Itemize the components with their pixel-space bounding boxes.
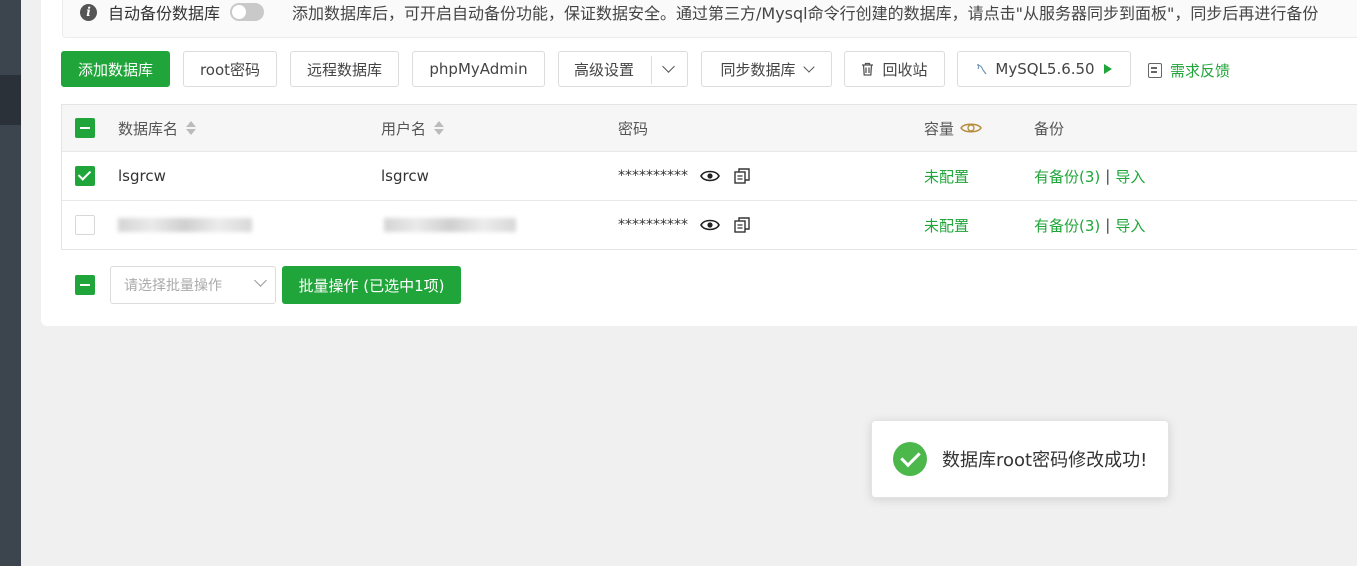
password-mask: **********	[618, 168, 688, 184]
backup-link[interactable]: 有备份(3)	[1034, 166, 1100, 187]
remote-database-button[interactable]: 远程数据库	[290, 51, 399, 87]
redacted-username	[384, 218, 516, 232]
auto-backup-bar: i 自动备份数据库 添加数据库后，可开启自动备份功能，保证数据安全。通过第三方/…	[62, 0, 1357, 38]
advanced-settings-button[interactable]: 高级设置	[558, 51, 688, 87]
db-name-cell[interactable]	[118, 201, 252, 249]
copy-icon[interactable]	[733, 167, 751, 185]
eye-settings-icon[interactable]	[960, 121, 982, 135]
chevron-down-icon[interactable]	[662, 60, 675, 73]
header-db-name[interactable]: 数据库名	[118, 105, 197, 151]
username-cell: lsgrcw	[381, 167, 429, 185]
import-link[interactable]: 导入	[1115, 215, 1145, 236]
info-icon: i	[80, 3, 97, 21]
password-cell: **********	[618, 152, 751, 200]
header-password-label: 密码	[618, 119, 649, 138]
header-db-name-label: 数据库名	[118, 119, 179, 138]
password-cell: **********	[618, 201, 751, 249]
backup-cell: 有备份(3) | 导入	[1034, 201, 1145, 249]
row-checkbox[interactable]	[75, 215, 95, 235]
select-all-checkbox[interactable]	[75, 118, 95, 138]
header-capacity-label: 容量	[924, 119, 955, 138]
table-header-row: 数据库名 用户名 密码 容量 备份	[62, 105, 1357, 152]
header-username[interactable]: 用户名	[381, 105, 445, 151]
capacity-cell[interactable]: 未配置	[924, 201, 969, 249]
sort-icon[interactable]	[186, 120, 197, 136]
row-checkbox[interactable]	[75, 166, 95, 186]
batch-operation-select[interactable]: 请选择批量操作	[110, 266, 276, 304]
trash-icon	[862, 62, 874, 76]
recycle-bin-label: 回收站	[882, 60, 928, 79]
table-row: lsgrcw lsgrcw ********** 未配置 有备份(3) | 导入	[62, 152, 1357, 201]
db-name-cell[interactable]: lsgrcw	[118, 152, 166, 200]
separator: |	[1105, 167, 1111, 185]
check-circle-icon	[893, 442, 927, 476]
password-mask: **********	[618, 217, 688, 233]
table-row: ********** 未配置 有备份(3) | 导入	[62, 201, 1357, 249]
database-table: 数据库名 用户名 密码 容量 备份 lsgrcw lsgrcw ********…	[61, 104, 1357, 250]
auto-backup-label: 自动备份数据库	[108, 4, 221, 23]
mysql-version-button[interactable]: MySQL5.6.50	[957, 51, 1131, 87]
advanced-settings-label: 高级设置	[574, 60, 635, 79]
header-password: 密码	[618, 105, 648, 151]
chevron-down-icon	[802, 60, 815, 73]
separator: |	[1105, 216, 1111, 234]
edit-note-icon	[1148, 63, 1162, 78]
auto-backup-toggle[interactable]	[230, 3, 265, 21]
header-backup-label: 备份	[1034, 119, 1065, 138]
recycle-bin-button[interactable]: 回收站	[844, 51, 945, 87]
backup-cell: 有备份(3) | 导入	[1034, 152, 1145, 200]
success-toast: 数据库root密码修改成功!	[871, 420, 1169, 498]
header-backup: 备份	[1034, 105, 1064, 151]
feedback-label: 需求反馈	[1170, 62, 1231, 80]
auto-backup-notice: 添加数据库后，可开启自动备份功能，保证数据安全。通过第三方/Mysql命令行创建…	[292, 4, 1319, 23]
header-username-label: 用户名	[381, 119, 427, 138]
mysql-version-label: MySQL5.6.50	[995, 60, 1095, 78]
batch-operation-button[interactable]: 批量操作 (已选中1项)	[282, 266, 461, 304]
mysql-dolphin-icon	[977, 63, 987, 75]
import-link[interactable]: 导入	[1115, 166, 1145, 187]
capacity-cell[interactable]: 未配置	[924, 152, 969, 200]
play-icon	[1103, 64, 1112, 74]
sidebar-active-item[interactable]	[0, 75, 21, 125]
batch-select-placeholder: 请选择批量操作	[124, 278, 222, 294]
eye-icon[interactable]	[700, 218, 720, 232]
phpmyadmin-button[interactable]: phpMyAdmin	[412, 51, 545, 87]
sync-database-button[interactable]: 同步数据库	[701, 51, 832, 87]
feedback-link[interactable]: 需求反馈	[1148, 60, 1230, 81]
header-capacity: 容量	[924, 105, 982, 151]
sync-database-label: 同步数据库	[720, 60, 796, 79]
left-sidebar	[0, 0, 21, 566]
root-password-button[interactable]: root密码	[183, 51, 277, 87]
eye-icon[interactable]	[700, 169, 720, 183]
split-divider	[651, 56, 652, 84]
batch-select-checkbox[interactable]	[75, 275, 95, 295]
sort-icon[interactable]	[434, 120, 445, 136]
copy-icon[interactable]	[733, 216, 751, 234]
add-database-button[interactable]: 添加数据库	[61, 51, 170, 87]
username-cell	[384, 201, 516, 249]
redacted-db-name	[118, 218, 252, 232]
chevron-down-icon	[254, 274, 267, 287]
backup-link[interactable]: 有备份(3)	[1034, 215, 1100, 236]
toast-message: 数据库root密码修改成功!	[942, 450, 1148, 471]
